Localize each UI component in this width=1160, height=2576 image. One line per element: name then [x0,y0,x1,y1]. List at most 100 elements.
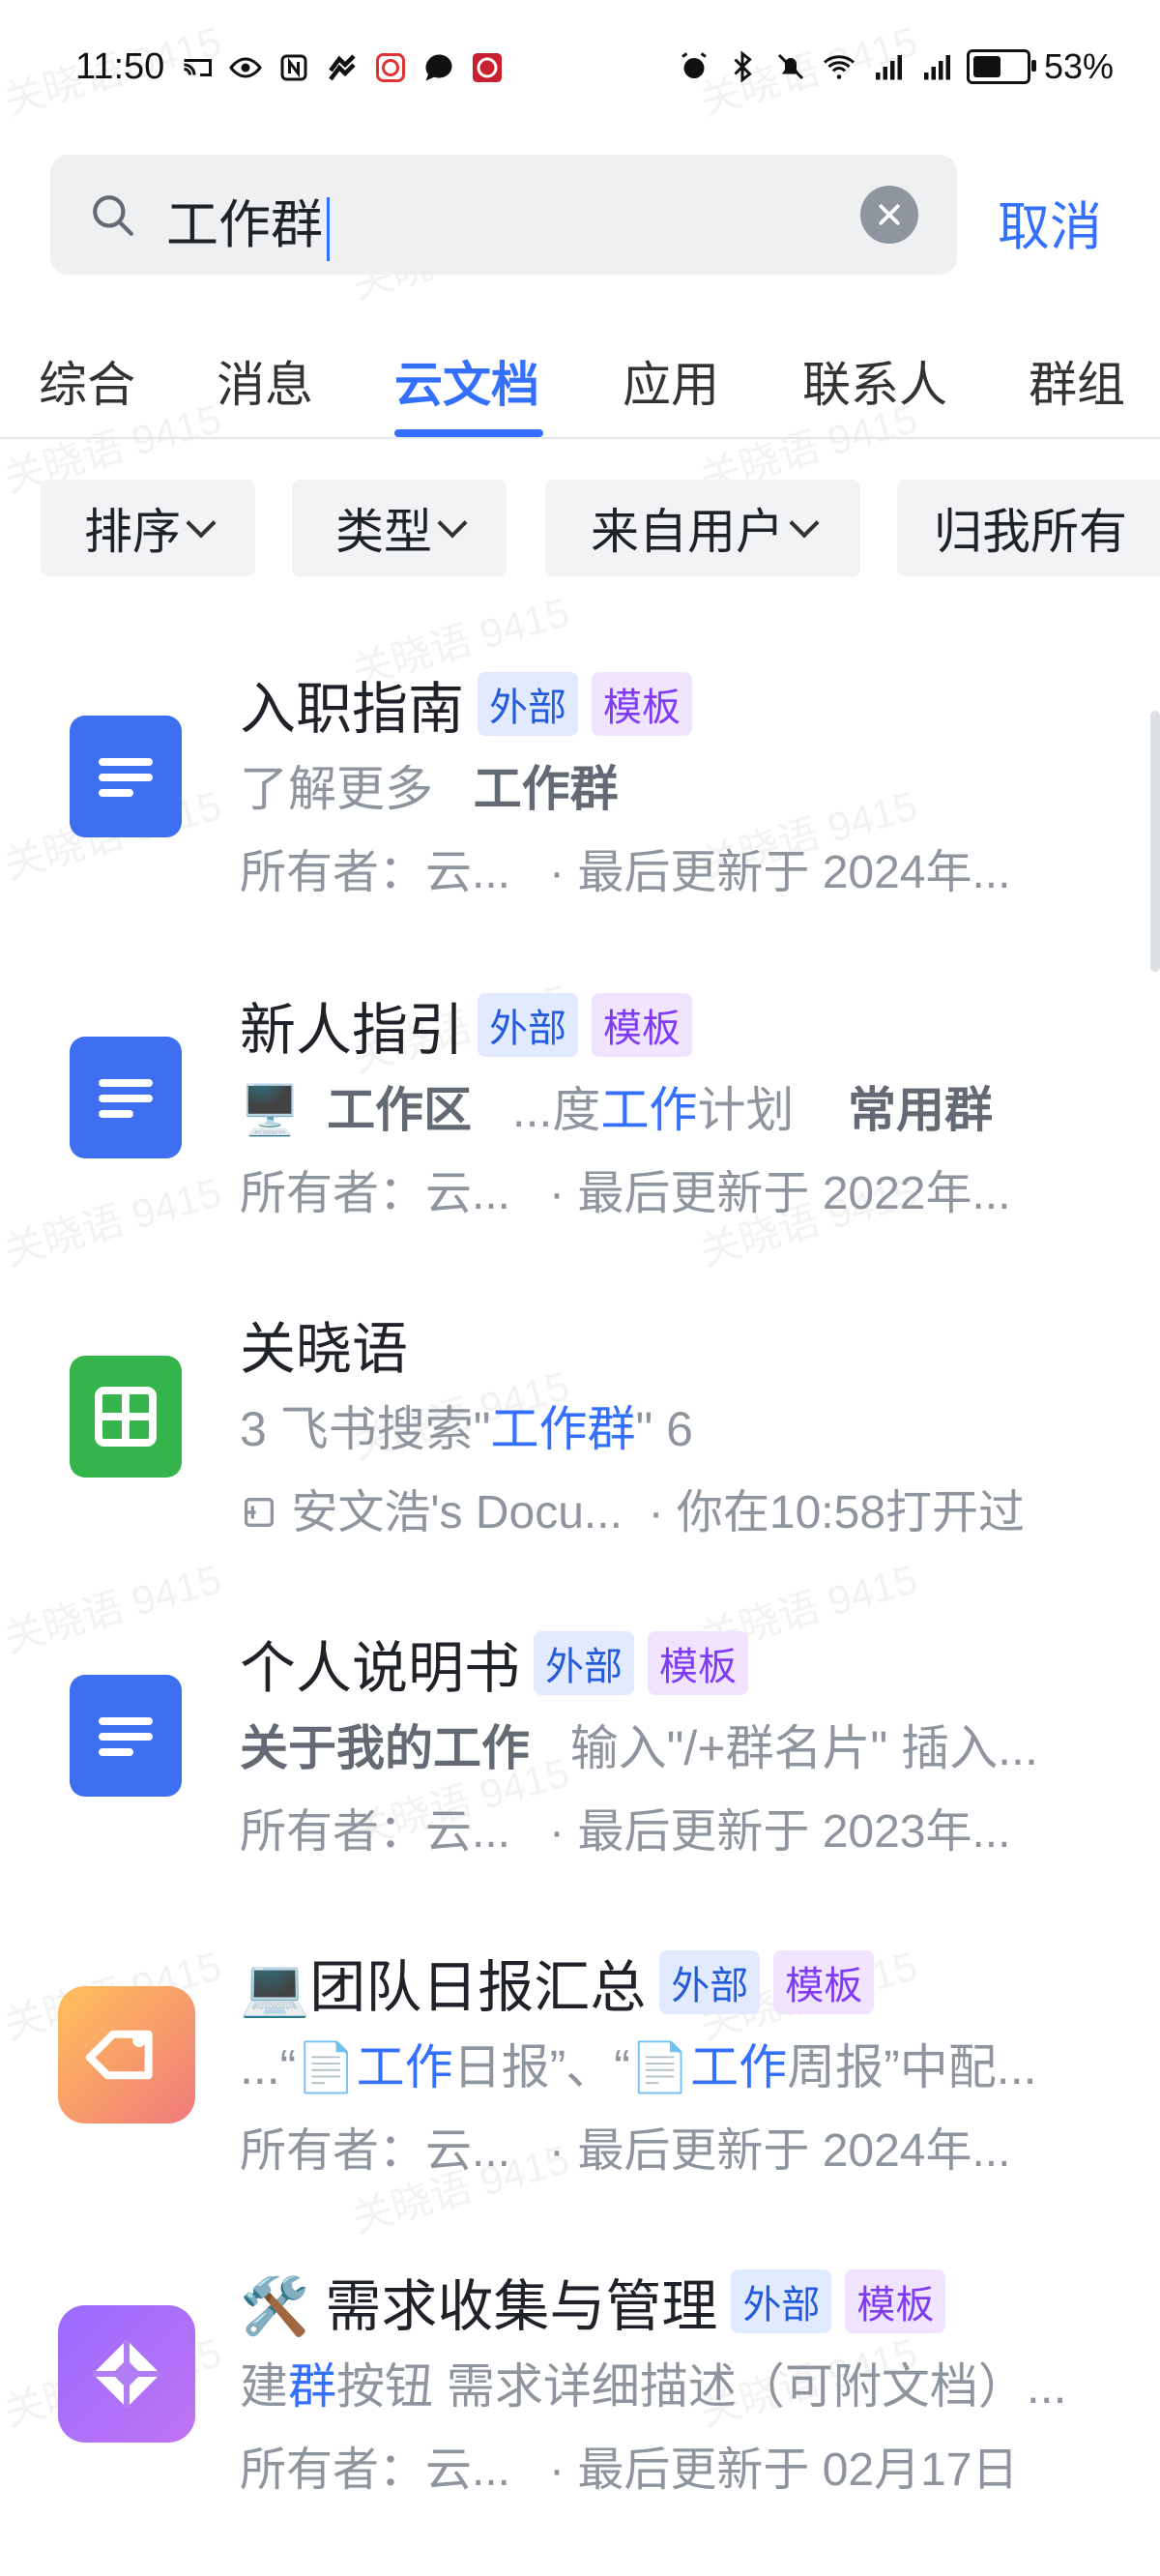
doc-icon [70,1037,182,1158]
snippet-highlight: 工作群 [490,1402,636,1456]
alarm-icon [682,52,707,78]
result-title: 入职指南 外部 模板 [240,663,693,745]
result-title: 🛠️ 需求收集与管理 外部 模板 [240,2261,946,2342]
result-item[interactable]: 个人说明书 外部 模板 关于我的工作 输入"/+群名片" 插入... 所有者：云… [0,1597,1160,1917]
result-title: 💻团队日报汇总 外部 模板 [240,1942,875,2023]
result-owner: 安文浩's Docu... [291,1487,623,1538]
result-title: 关晓语 [240,1303,408,1385]
wifi-icon [823,55,855,79]
snippet-text: ...“📄 [240,2040,357,2094]
status-right-icons: 53% [677,46,1114,87]
chevron-down-icon [789,508,820,539]
result-item[interactable]: 入职指南 外部 模板 了解更多 工作群 所有者：云... · 最后更新于 202… [0,638,1160,957]
nfc-icon [280,54,307,81]
cancel-button[interactable]: 取消 [998,184,1102,260]
result-item[interactable]: 💻团队日报汇总 外部 模板 ...“📄工作日报”、“📄工作周报”中配... 所有… [0,1917,1160,2236]
result-item[interactable]: 关晓语 3 飞书搜索"工作群" 6 安文浩's Docu... · 你在10:5… [0,1278,1160,1597]
result-updated: · 最后更新于 02月17日 [549,2444,1019,2496]
result-updated: · 最后更新于 2024年... [549,847,1011,898]
tag-icon [85,2030,153,2080]
filter-owned-by-me[interactable]: 归我所有 [897,480,1160,576]
badge-template: 模板 [592,993,693,1057]
project-app-icon [58,2305,195,2443]
tab-all[interactable]: 综合 [39,346,135,416]
badge-external: 外部 [659,1950,761,2014]
snippet-highlight: 工作 [433,1721,530,1775]
result-updated: · 最后更新于 2024年... [549,2125,1011,2177]
search-icon [93,195,133,236]
result-title-text: 个人说明书 [240,1637,521,1700]
snippet-text: 建 [240,2359,288,2414]
doc-icon [70,716,182,837]
snippet-text: 周报”中配... [787,2040,1037,2094]
result-snippet: 关于我的工作 输入"/+群名片" 插入... [240,1710,1038,1779]
snippet-text: 计划 [697,1083,795,1137]
filter-from-user-label: 来自用户 [591,505,784,559]
result-meta: 安文浩's Docu... · 你在10:58打开过 [240,1474,1025,1541]
filter-type-label: 类型 [335,505,432,559]
snippet-highlight: 工作 [690,2040,788,2094]
filter-from-user[interactable]: 来自用户 [545,480,860,576]
result-title-text: 关晓语 [240,1318,409,1381]
result-tabs: 综合 消息 云文档 应用 联系人 群组 [0,329,1160,439]
signal-5g-icon [875,55,902,80]
doc-lines-icon [99,758,153,797]
result-owner: 所有者：云... [240,2125,511,2177]
badge-template: 模板 [773,1950,875,2014]
filter-sort-label: 排序 [84,505,181,559]
app-badge-icon [376,53,405,82]
search-bar[interactable]: 工作群 [50,155,957,275]
result-meta: 所有者：云... · 最后更新于 2023年... [240,1793,1010,1860]
badge-template: 模板 [648,1631,749,1695]
badge-external: 外部 [731,2269,832,2333]
status-bar: 11:50 53% [0,0,1160,135]
bluetooth-icon [734,50,752,83]
result-snippet: 建群按钮 需求详细描述（可附文档）... [240,2348,1067,2417]
result-owner: 所有者：云... [240,2444,511,2496]
result-title: 新人指引 外部 模板 [240,984,693,1066]
filter-owned-by-me-label: 归我所有 [934,505,1127,559]
tab-apps[interactable]: 应用 [623,346,719,416]
result-title-text: 🛠️ 需求收集与管理 [240,2275,718,2338]
tab-cloud-docs[interactable]: 云文档 [394,346,539,416]
result-updated: · 最后更新于 2022年... [549,1168,1011,1219]
doc-lines-icon [99,1717,153,1756]
tab-groups[interactable]: 群组 [1029,346,1125,416]
result-item[interactable]: 🛠️ 需求收集与管理 外部 模板 建群按钮 需求详细描述（可附文档）... 所有… [0,2236,1160,2555]
doc-icon [70,1675,182,1797]
app-red-icon [473,53,502,82]
result-snippet: 3 飞书搜索"工作群" 6 [240,1390,693,1460]
diamond-grid-icon [93,2340,160,2408]
clear-search-button[interactable] [860,186,918,244]
badge-template: 模板 [592,672,693,736]
snippet-text: " 6 [635,1402,693,1456]
result-item[interactable]: 新人指引 外部 模板 🖥️ 工作区 ...度工作计划 常用群 所有者：云... … [0,959,1160,1278]
search-input[interactable]: 工作群 [166,182,330,261]
filter-type[interactable]: 类型 [292,480,507,576]
snippet-highlight: 工作 [600,1083,698,1137]
snippet-text: 3 飞书搜索" [240,1402,491,1456]
result-updated: · 最后更新于 2023年... [549,1806,1011,1858]
result-meta: 所有者：云... · 最后更新于 2022年... [240,1155,1010,1222]
snippet-highlight: 工作区 [327,1083,473,1137]
snippet-text: 输入"/+群名片" 插入... [569,1721,1038,1775]
tab-contacts[interactable]: 联系人 [802,346,947,416]
monitor-icon: 🖥️ [240,1083,301,1137]
mute-icon [777,53,803,80]
filter-sort[interactable]: 排序 [41,480,255,576]
tab-messages[interactable]: 消息 [217,346,313,416]
doc-lines-icon [99,1079,153,1118]
snippet-highlight: 工作群 [473,762,619,816]
chevron-down-icon [186,508,217,539]
text-caret [327,196,330,261]
result-title-text: 💻团队日报汇总 [240,1956,647,2019]
cast-icon [184,59,212,76]
wiki-space-icon [245,1498,274,1527]
result-title-text: 入职指南 [240,678,465,741]
result-owner: 所有者：云... [240,1806,511,1858]
chevron-down-icon [437,508,468,539]
result-snippet: 了解更多 工作群 [240,750,619,820]
result-meta: 所有者：云... · 最后更新于 2024年... [240,834,1010,901]
search-input-value: 工作群 [166,196,323,254]
snippet-text: ...度 [511,1083,601,1137]
